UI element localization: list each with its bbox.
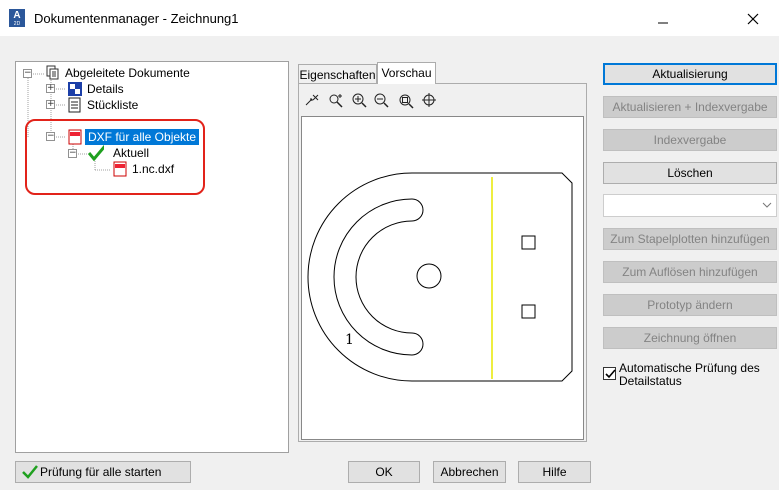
zoom-out-icon[interactable]	[373, 92, 391, 110]
part-square-bottom	[521, 304, 536, 319]
tab-control: 1 Eigenschaften Vorschau	[298, 62, 587, 442]
aktualisierung-button[interactable]: Aktualisierung	[603, 63, 777, 85]
ok-button[interactable]: OK	[348, 461, 420, 483]
tab-panel-vorschau: 1	[298, 83, 587, 442]
zoom-realtime-icon[interactable]	[327, 92, 345, 110]
tab-eigenschaften[interactable]: Eigenschaften	[298, 64, 377, 84]
tree-expand-toggle[interactable]: +	[46, 84, 55, 93]
prototyp-aendern-button[interactable]: Prototyp ändern	[603, 294, 777, 316]
hilfe-button[interactable]: Hilfe	[518, 461, 591, 483]
auto-check-label: Automatische Prüfung des Detailstatus	[619, 361, 760, 388]
pan-icon[interactable]	[303, 92, 321, 110]
indexvergabe-button[interactable]: Indexvergabe	[603, 129, 777, 151]
tree-expand-toggle[interactable]: +	[46, 100, 55, 109]
part-outline	[307, 172, 573, 382]
loeschen-button[interactable]: Löschen	[603, 162, 777, 184]
pruefung-starten-button[interactable]: Prüfung für alle starten	[15, 461, 191, 483]
dxf-file-icon	[68, 129, 82, 145]
document-tree[interactable]: − Abgeleitete Dokumente + Details + Stüc…	[15, 61, 289, 453]
zoom-window-icon[interactable]	[397, 92, 415, 110]
part-label: 1	[345, 332, 354, 348]
close-icon	[747, 13, 759, 25]
app-icon: A 2D	[9, 9, 25, 27]
zeichnung-oeffnen-button[interactable]: Zeichnung öffnen	[603, 327, 777, 349]
part-drawing	[307, 172, 573, 382]
document-type-select[interactable]	[603, 194, 777, 217]
minimize-button[interactable]	[640, 6, 686, 32]
aktualisieren-indexvergabe-button[interactable]: Aktualisieren + Indexvergabe	[603, 96, 777, 118]
tree-collapse-toggle[interactable]: −	[68, 149, 77, 158]
auto-check-checkbox[interactable]	[603, 367, 616, 380]
minimize-icon	[658, 22, 668, 24]
documents-icon	[46, 65, 59, 80]
part-hole	[416, 263, 442, 289]
details-icon	[68, 82, 82, 96]
tree-collapse-toggle[interactable]: −	[23, 69, 32, 78]
window-title: Dokumentenmanager - Zeichnung1	[34, 11, 239, 26]
part-square-top	[521, 235, 536, 250]
tree-collapse-toggle[interactable]: −	[46, 132, 55, 141]
tab-vorschau[interactable]: Vorschau	[377, 62, 436, 84]
tree-item-partial	[86, 115, 146, 121]
checkbox-check-icon	[605, 369, 616, 379]
title-bar: A 2D Dokumentenmanager - Zeichnung1	[0, 0, 779, 36]
checkmark-icon	[88, 145, 104, 161]
zoom-in-icon[interactable]	[351, 92, 369, 110]
stapelplotten-button[interactable]: Zum Stapelplotten hinzufügen	[603, 228, 777, 250]
abbrechen-button[interactable]: Abbrechen	[433, 461, 506, 483]
preview-canvas[interactable]: 1	[301, 116, 584, 440]
parts-list-icon	[68, 97, 81, 113]
dxf-file-icon	[113, 161, 127, 177]
checkmark-icon	[22, 465, 38, 479]
zoom-extents-icon[interactable]	[421, 92, 439, 110]
aufloesen-button[interactable]: Zum Auflösen hinzufügen	[603, 261, 777, 283]
close-button[interactable]	[730, 6, 776, 32]
chevron-down-icon	[762, 202, 772, 208]
